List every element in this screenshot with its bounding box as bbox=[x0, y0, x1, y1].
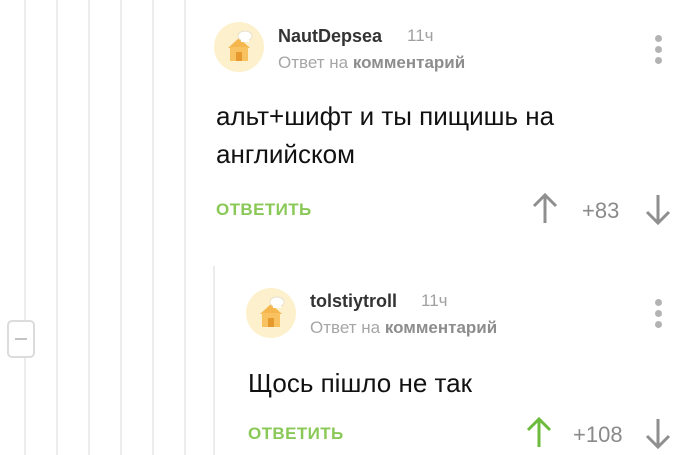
reply-to-prefix: Ответ на bbox=[278, 53, 349, 72]
thread-line bbox=[120, 0, 122, 455]
comment-author[interactable]: NautDepsea bbox=[278, 26, 382, 47]
comment-author[interactable]: tolstiytroll bbox=[310, 291, 397, 312]
menu-dots-icon[interactable] bbox=[655, 299, 663, 332]
reply-to-link[interactable]: комментарий bbox=[385, 318, 497, 337]
comment-text: Щось пішло не так bbox=[248, 368, 472, 398]
nested-thread-line bbox=[213, 266, 215, 455]
comment-time: 11ч bbox=[407, 26, 434, 45]
comment-score: +108 bbox=[573, 422, 623, 447]
reply-button[interactable]: ОТВЕТИТЬ bbox=[216, 200, 312, 220]
thread-line bbox=[184, 0, 186, 455]
thread-line bbox=[152, 0, 154, 455]
comment-text: альт+шифт и ты пищишь на английском bbox=[216, 101, 555, 169]
thread-line bbox=[56, 0, 58, 455]
reply-to: Ответ на комментарий bbox=[278, 53, 465, 73]
reply-to-link[interactable]: комментарий bbox=[353, 53, 465, 72]
upvote-arrow-icon[interactable] bbox=[526, 417, 552, 449]
avatar-icon[interactable] bbox=[246, 288, 296, 338]
reply-button[interactable]: ОТВЕТИТЬ bbox=[248, 424, 344, 444]
thread-line bbox=[88, 0, 90, 455]
reply-to-prefix: Ответ на bbox=[310, 318, 381, 337]
reply-to: Ответ на комментарий bbox=[310, 318, 497, 338]
downvote-arrow-icon[interactable] bbox=[645, 193, 671, 225]
collapse-icon[interactable] bbox=[7, 320, 35, 358]
menu-dots-icon[interactable] bbox=[655, 35, 663, 68]
comment-time: 11ч bbox=[421, 291, 448, 310]
avatar-icon[interactable] bbox=[214, 22, 264, 72]
comment-score: +83 bbox=[582, 198, 620, 223]
upvote-arrow-icon[interactable] bbox=[532, 193, 558, 225]
thread-line bbox=[24, 0, 26, 320]
thread-line bbox=[24, 358, 26, 455]
downvote-arrow-icon[interactable] bbox=[645, 417, 671, 449]
